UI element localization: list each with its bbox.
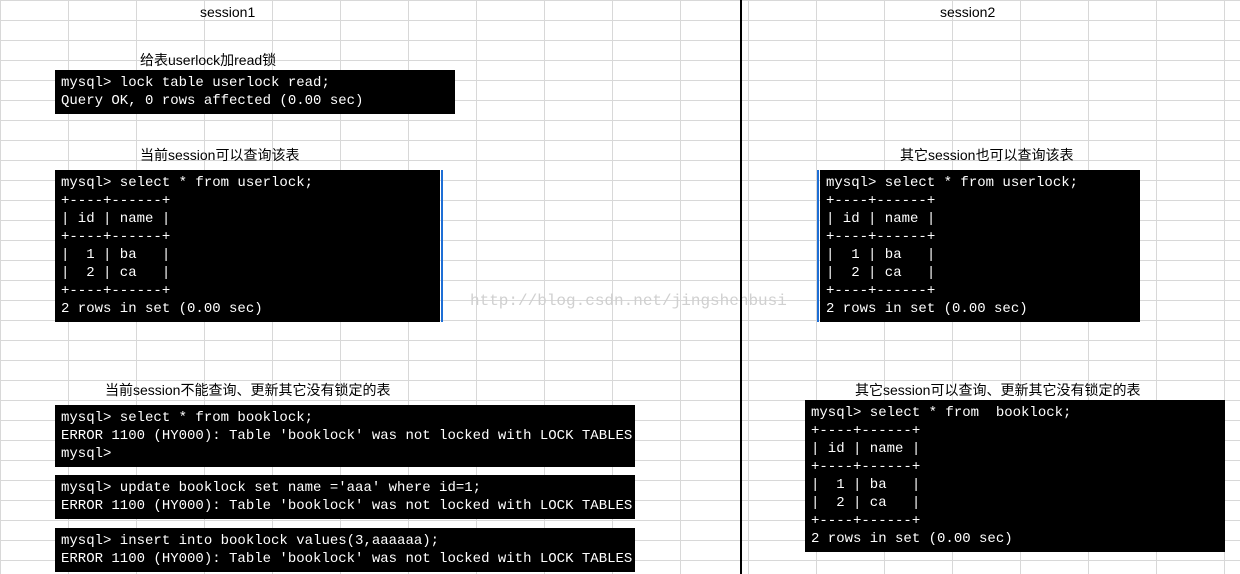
terminal-s2-select: mysql> select * from userlock; +----+---… (820, 170, 1140, 322)
terminal-s1-select: mysql> select * from userlock; +----+---… (55, 170, 440, 322)
label-s1-other: 当前session不能查询、更新其它没有锁定的表 (105, 380, 390, 400)
terminal-s2-booklock: mysql> select * from booklock; +----+---… (805, 400, 1225, 552)
header-session1: session1 (200, 4, 255, 20)
terminal-s1-lock: mysql> lock table userlock read; Query O… (55, 70, 455, 114)
column-divider (740, 0, 742, 574)
label-s2-query: 其它session也可以查询该表 (900, 145, 1073, 165)
label-s1-lock: 给表userlock加read锁 (140, 50, 276, 70)
terminal-s1-update-error: mysql> update booklock set name ='aaa' w… (55, 475, 635, 519)
header-session2: session2 (940, 4, 995, 20)
terminal-s1-insert-error: mysql> insert into booklock values(3,aaa… (55, 528, 635, 572)
terminal-s1-select-error: mysql> select * from booklock; ERROR 110… (55, 405, 635, 467)
label-s2-other: 其它session可以查询、更新其它没有锁定的表 (855, 380, 1140, 400)
label-s1-query: 当前session可以查询该表 (140, 145, 299, 165)
